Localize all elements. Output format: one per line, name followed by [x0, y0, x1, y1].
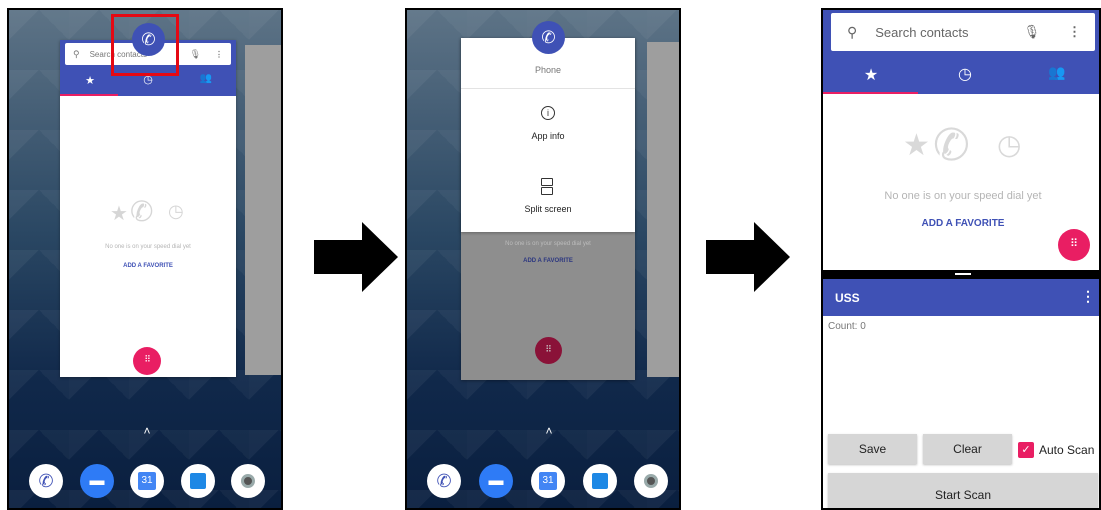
- add-favorite-link: ADD A FAVORITE: [523, 258, 573, 264]
- search-placeholder: Search contacts: [875, 24, 969, 40]
- contacts-glyph: [190, 473, 206, 489]
- dialpad-button: ⠿: [535, 337, 562, 364]
- tab-indicator: [823, 92, 918, 94]
- save-button[interactable]: Save: [828, 434, 917, 464]
- calendar-day: 31: [539, 472, 557, 490]
- auto-scan-label: Auto Scan: [1039, 443, 1095, 457]
- messages-icon[interactable]: ▬: [80, 464, 114, 498]
- dialpad-button[interactable]: ⠿: [1058, 229, 1090, 261]
- split-screen-item[interactable]: Split screen: [461, 170, 635, 230]
- uss-title: USS: [835, 291, 860, 305]
- split-screen-label: Split screen: [524, 204, 572, 214]
- tab-indicator: [60, 94, 118, 96]
- auto-scan-checkbox[interactable]: ✓: [1018, 442, 1034, 458]
- split-bottom: [541, 187, 553, 195]
- info-icon: i: [541, 106, 555, 120]
- phone-task-card[interactable]: ⚲ Search contacts 🎙 ⋮ ★ ◷ 👥 ★ ✆ ◷ No one…: [60, 40, 236, 377]
- recents-screen-1: ⚲ Search contacts 🎙 ⋮ ★ ◷ 👥 ★ ✆ ◷ No one…: [7, 8, 283, 510]
- count-label: Count:: [828, 321, 858, 332]
- phone-icon[interactable]: ✆: [427, 464, 461, 498]
- clock-icon: ◷: [168, 201, 184, 221]
- messages-icon[interactable]: ▬: [479, 464, 513, 498]
- empty-message: No one is on your speed dial yet: [505, 241, 591, 247]
- empty-message: No one is on your speed dial yet: [884, 190, 1042, 202]
- tab-recents[interactable]: ◷: [945, 64, 985, 84]
- arrow-right-icon: [314, 222, 398, 292]
- dialpad-button[interactable]: ⠿: [133, 347, 161, 375]
- search-icon: ⚲: [73, 48, 80, 59]
- phone-icon: ✆: [933, 121, 970, 170]
- search-icon: ⚲: [847, 23, 858, 40]
- chevron-up-icon[interactable]: ˄: [539, 424, 559, 438]
- speed-dial-illustration: ★ ✆ ◷: [110, 195, 190, 235]
- split-divider[interactable]: [823, 270, 1099, 279]
- star-icon: ★: [903, 129, 930, 162]
- split-screen-icon: [541, 178, 553, 195]
- split-screen-view: ⚲ Search contacts 🎙 ⋮ ★ ◷ 👥 ★ ✆ ◷ No one…: [821, 8, 1101, 510]
- tab-contacts[interactable]: 👥: [1037, 64, 1077, 81]
- count-row: Count: 0: [828, 321, 866, 332]
- arrow-right-icon: [706, 222, 790, 292]
- camera-icon[interactable]: [634, 464, 668, 498]
- empty-message: No one is on your speed dial yet: [105, 244, 191, 250]
- next-task-card[interactable]: [245, 45, 281, 375]
- phone-app-icon[interactable]: ✆: [532, 21, 565, 54]
- contacts-icon[interactable]: [583, 464, 617, 498]
- app-context-menu: Phone i App info Split screen: [461, 38, 635, 232]
- contacts-icon[interactable]: [181, 464, 215, 498]
- count-value: 0: [860, 321, 866, 332]
- star-icon: ★: [110, 203, 128, 225]
- add-favorite-link[interactable]: ADD A FAVORITE: [823, 218, 1099, 229]
- dialpad-icon: ⠿: [1069, 238, 1079, 250]
- add-favorite-link[interactable]: ADD A FAVORITE: [60, 263, 236, 269]
- tab-favorites[interactable]: ★: [851, 65, 891, 85]
- menu-divider: [461, 88, 635, 89]
- app-info-item[interactable]: i App info: [461, 96, 635, 156]
- mic-icon[interactable]: 🎙: [190, 49, 201, 60]
- uss-more-icon[interactable]: ⋮: [1081, 288, 1095, 305]
- clock-icon: ◷: [997, 129, 1022, 160]
- more-icon[interactable]: ⋮: [215, 50, 223, 59]
- recents-screen-2: No one is on your speed dial yet ADD A F…: [405, 8, 681, 510]
- chevron-up-icon[interactable]: ˄: [137, 424, 157, 438]
- start-scan-button[interactable]: Start Scan: [828, 473, 1098, 508]
- dialpad-icon: ⠿: [144, 354, 151, 364]
- speed-dial-illustration: ★ ✆ ◷: [903, 120, 1033, 180]
- menu-app-name: Phone: [534, 65, 562, 75]
- mic-icon[interactable]: 🎙: [1023, 24, 1040, 40]
- dialpad-icon: ⠿: [545, 344, 552, 354]
- phone-icon: ✆: [130, 196, 154, 227]
- calendar-icon[interactable]: 31: [531, 464, 565, 498]
- phone-icon[interactable]: ✆: [29, 464, 63, 498]
- next-task-card[interactable]: [647, 42, 679, 377]
- divider-handle[interactable]: [955, 273, 971, 275]
- highlight-box: [111, 14, 179, 76]
- contacts-glyph: [592, 473, 608, 489]
- tab-favorites[interactable]: ★: [70, 74, 110, 87]
- tab-contacts[interactable]: 👥: [186, 73, 226, 84]
- uss-app-bar: USS ⋮: [823, 279, 1099, 316]
- app-info-label: App info: [531, 131, 565, 141]
- camera-icon[interactable]: [231, 464, 265, 498]
- calendar-day: 31: [138, 472, 156, 490]
- clear-button[interactable]: Clear: [923, 434, 1012, 464]
- split-top: [541, 178, 553, 186]
- camera-lens: [644, 474, 658, 488]
- search-bar[interactable]: ⚲ Search contacts 🎙 ⋮: [831, 13, 1095, 51]
- camera-lens: [241, 474, 255, 488]
- calendar-icon[interactable]: 31: [130, 464, 164, 498]
- more-icon[interactable]: ⋮: [1068, 24, 1081, 40]
